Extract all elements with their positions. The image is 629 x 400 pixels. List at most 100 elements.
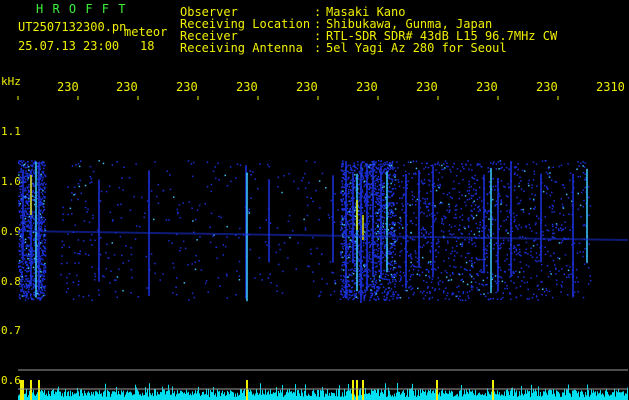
- noise-pixel: [486, 252, 488, 254]
- noise-pixel: [468, 233, 471, 235]
- noise-pixel: [42, 176, 44, 178]
- noise-pixel: [428, 233, 430, 235]
- noise-pixel: [468, 192, 470, 195]
- noise-pixel: [192, 175, 194, 178]
- level-bar: [526, 393, 527, 400]
- noise-pixel: [28, 262, 31, 264]
- noise-pixel: [392, 214, 394, 217]
- level-bar: [273, 392, 274, 400]
- meteor-streak: [572, 173, 574, 298]
- noise-pixel: [454, 213, 457, 216]
- noise-pixel: [370, 183, 373, 185]
- noise-pixel: [370, 164, 372, 167]
- noise-pixel: [32, 164, 34, 166]
- level-bar: [28, 395, 29, 400]
- noise-pixel: [442, 163, 445, 165]
- noise-pixel: [381, 292, 384, 294]
- noise-pixel: [428, 298, 431, 301]
- noise-pixel: [276, 227, 279, 229]
- noise-pixel: [135, 225, 138, 227]
- noise-pixel: [446, 272, 448, 274]
- level-bar: [569, 392, 570, 400]
- noise-pixel: [21, 288, 24, 290]
- noise-pixel: [529, 227, 531, 229]
- noise-pixel: [44, 242, 46, 244]
- noise-pixel: [400, 276, 403, 278]
- noise-pixel: [460, 208, 462, 210]
- noise-pixel: [37, 162, 39, 164]
- noise-pixel: [519, 285, 522, 288]
- noise-pixel: [375, 271, 377, 273]
- noise-pixel: [348, 294, 351, 296]
- level-bar: [625, 393, 626, 400]
- noise-pixel: [26, 224, 28, 227]
- noise-pixel: [349, 260, 351, 263]
- level-bar: [65, 389, 66, 400]
- noise-pixel: [216, 257, 218, 259]
- level-bar: [522, 393, 523, 400]
- noise-pixel: [391, 256, 394, 258]
- noise-pixel: [83, 220, 86, 222]
- noise-pixel: [116, 276, 119, 278]
- noise-pixel: [308, 182, 310, 184]
- noise-pixel: [399, 278, 402, 280]
- noise-pixel: [552, 259, 555, 262]
- noise-pixel: [44, 248, 47, 250]
- level-bar: [332, 393, 333, 400]
- noise-pixel: [525, 264, 528, 266]
- noise-pixel: [343, 217, 345, 219]
- level-bar: [354, 394, 355, 400]
- noise-pixel: [461, 166, 464, 168]
- level-bar: [264, 394, 265, 400]
- level-bar: [419, 396, 420, 400]
- level-bar: [88, 391, 89, 400]
- level-bar: [480, 394, 481, 400]
- noise-pixel: [287, 220, 290, 223]
- noise-pixel: [437, 184, 439, 187]
- grid-lines: [17, 96, 559, 100]
- noise-pixel: [492, 232, 495, 235]
- noise-pixel: [391, 260, 394, 262]
- noise-pixel: [375, 215, 378, 217]
- noise-pixel: [340, 268, 343, 271]
- noise-pixel: [172, 262, 174, 265]
- noise-pixel: [523, 276, 525, 278]
- noise-pixel: [562, 206, 564, 208]
- level-bar: [572, 390, 573, 400]
- noise-pixel: [20, 250, 22, 252]
- noise-pixel: [342, 194, 344, 196]
- noise-pixel: [376, 226, 378, 229]
- noise-pixel: [486, 283, 488, 286]
- level-bar: [541, 396, 542, 400]
- level-bar: [564, 389, 565, 400]
- noise-pixel: [515, 253, 518, 256]
- noise-pixel: [84, 184, 87, 187]
- noise-pixel: [358, 259, 361, 261]
- noise-pixel: [495, 291, 497, 294]
- noise-pixel: [33, 259, 36, 261]
- noise-pixel: [502, 292, 504, 294]
- level-bar: [619, 392, 620, 400]
- noise-pixel: [281, 191, 283, 194]
- noise-pixel: [20, 237, 22, 240]
- noise-pixel: [18, 260, 21, 262]
- noise-pixel: [26, 292, 28, 294]
- noise-pixel: [358, 292, 360, 294]
- noise-pixel: [397, 167, 399, 169]
- noise-pixel: [358, 170, 361, 173]
- noise-pixel: [389, 223, 391, 226]
- noise-pixel: [92, 170, 95, 173]
- noise-pixel: [200, 269, 203, 271]
- noise-pixel: [37, 294, 40, 296]
- noise-pixel: [394, 233, 396, 236]
- noise-pixel: [333, 290, 336, 293]
- noise-pixel: [444, 270, 447, 272]
- noise-pixel: [504, 271, 506, 273]
- noise-pixel: [411, 203, 414, 206]
- noise-pixel: [92, 217, 94, 219]
- noise-pixel: [577, 161, 579, 163]
- noise-pixel: [319, 207, 321, 209]
- noise-pixel: [41, 179, 43, 182]
- noise-pixel: [341, 180, 344, 182]
- peak-bar: [246, 380, 248, 400]
